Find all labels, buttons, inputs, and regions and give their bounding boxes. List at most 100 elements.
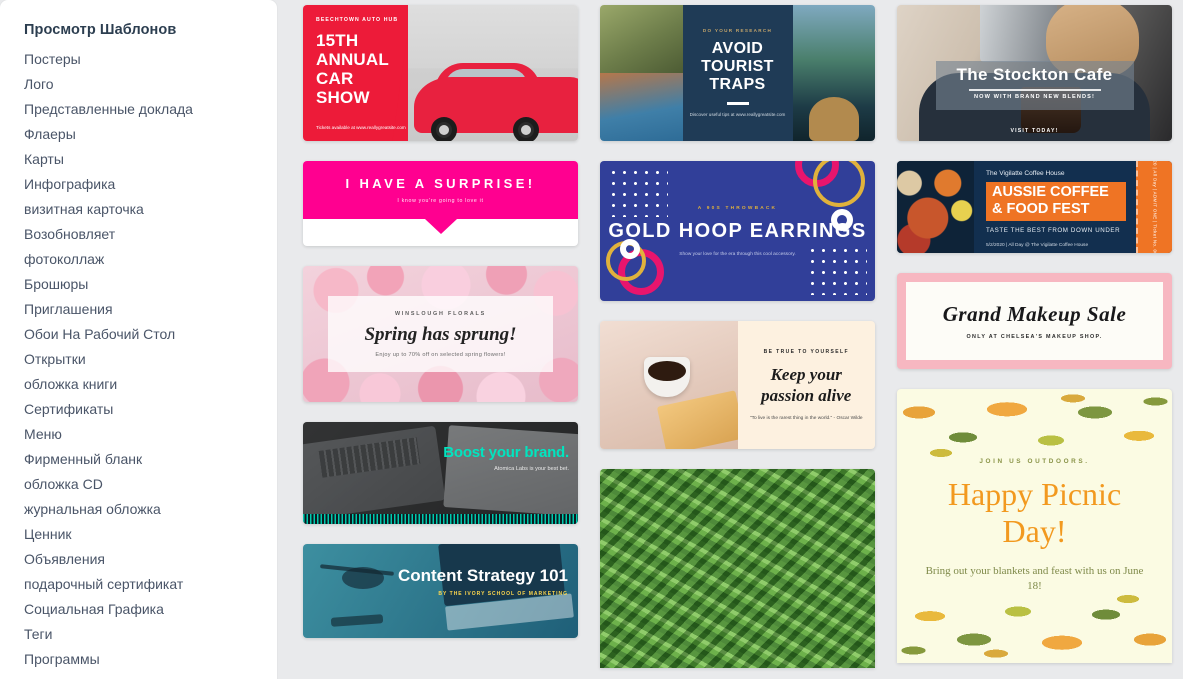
aussie-date: 5/2/2020 | All Day @ The Vigilatte Coffe… xyxy=(986,243,1089,248)
aussie-host: The Vigilatte Coffee House xyxy=(986,170,1065,177)
passion-title: Keep your passion alive xyxy=(761,364,852,405)
sidebar-item-certificates[interactable]: Сертификаты xyxy=(0,397,277,422)
template-column-2: DO YOUR RESEARCH AVOID TOURIST TRAPS Dis… xyxy=(600,5,875,679)
tourist-subtitle: Discover useful tips at www.reallygreats… xyxy=(689,111,786,117)
sidebar-item-photo-collage[interactable]: фотоколлаж xyxy=(0,247,277,272)
sidebar-item-book-cover[interactable]: обложка книги xyxy=(0,372,277,397)
sidebar-item-gift-certificate[interactable]: подарочный сертификат xyxy=(0,572,277,597)
sidebar-item-price-tag[interactable]: Ценник xyxy=(0,522,277,547)
hoop-subtitle: Show your love for the era through this … xyxy=(679,251,796,257)
category-sidebar: Просмотр Шаблонов Постеры Лого Представл… xyxy=(0,0,277,679)
stockton-cta: VISIT TODAY! xyxy=(1010,128,1059,134)
sidebar-item-infographics[interactable]: Инфографика xyxy=(0,172,277,197)
spring-subtitle: Enjoy up to 70% off on selected spring f… xyxy=(375,351,506,358)
tourist-left-photos xyxy=(600,5,683,141)
passion-text-panel: BE TRUE TO YOURSELF Keep your passion al… xyxy=(738,321,876,449)
boost-stripe-border xyxy=(303,514,578,524)
boost-text-panel: Boost your brand. Atomica Labs is your b… xyxy=(443,444,569,472)
aussie-tagline: TASTE THE BEST FROM DOWN UNDER xyxy=(986,227,1121,234)
sidebar-item-tags[interactable]: Теги xyxy=(0,622,277,647)
sidebar-item-wallpaper[interactable]: Обои На Рабочий Стол xyxy=(0,322,277,347)
sidebar-item-logo[interactable]: Лого xyxy=(0,72,277,97)
spring-kicker: WINSLOUGH FLORALS xyxy=(394,310,487,317)
template-card-aussie-fest[interactable]: The Vigilatte Coffee House AUSSIE COFFEE… xyxy=(897,161,1172,253)
coffee-photo xyxy=(600,321,738,449)
picnic-kicker: JOIN US OUTDOORS. xyxy=(979,458,1090,465)
triangle-pointer-icon xyxy=(424,219,457,234)
sidebar-item-brochures[interactable]: Брошюры xyxy=(0,272,277,297)
template-card-car-show[interactable]: BEECHTOWN AUTO HUB 15TH ANNUAL CAR SHOW … xyxy=(303,5,578,141)
template-grid: BEECHTOWN AUTO HUB 15TH ANNUAL CAR SHOW … xyxy=(277,0,1183,679)
template-card-passion[interactable]: BE TRUE TO YOURSELF Keep your passion al… xyxy=(600,321,875,449)
template-card-tourist-traps[interactable]: DO YOUR RESEARCH AVOID TOURIST TRAPS Dis… xyxy=(600,5,875,141)
leaf-border-icon xyxy=(897,389,1172,467)
sidebar-item-presentations[interactable]: Представленные доклада xyxy=(0,97,277,122)
surprise-subtitle: I know you're going to love it xyxy=(397,198,484,204)
tourist-text-panel: DO YOUR RESEARCH AVOID TOURIST TRAPS Dis… xyxy=(682,5,793,141)
sidebar-item-magazine-cover[interactable]: журнальная обложка xyxy=(0,497,277,522)
surprise-band: I HAVE A SURPRISE! I know you're going t… xyxy=(303,161,578,219)
sidebar-item-business-card[interactable]: визитная карточка xyxy=(0,197,277,222)
passion-kicker: BE TRUE TO YOURSELF xyxy=(763,348,849,355)
strategy-subtitle: BY THE IVORY SCHOOL OF MARKETING xyxy=(438,591,568,597)
tourist-title: AVOID TOURIST TRAPS xyxy=(701,39,774,93)
ticket-stub-text: Aussie Coffee & Food Fest | 5/2/2020 | A… xyxy=(1152,161,1159,253)
sidebar-item-resumes[interactable]: Возобновляет xyxy=(0,222,277,247)
template-card-stockton-cafe[interactable]: The Stockton Cafe NOW WITH BRAND NEW BLE… xyxy=(897,5,1172,141)
makeup-title: Grand Makeup Sale xyxy=(942,302,1127,326)
picnic-title: Happy Picnic Day! xyxy=(947,476,1122,549)
sidebar-item-programs[interactable]: Программы xyxy=(0,647,277,672)
boost-title: Boost your brand. xyxy=(443,444,569,461)
sidebar-item-cd-cover[interactable]: обложка CD xyxy=(0,472,277,497)
car-show-title: 15TH ANNUAL CAR SHOW xyxy=(316,31,389,107)
sidebar-item-social-graphics[interactable]: Социальная Графика xyxy=(0,597,277,622)
makeup-inner-panel: Grand Makeup Sale ONLY AT CHELSEA'S MAKE… xyxy=(906,282,1163,360)
sidebar-item-posters[interactable]: Постеры xyxy=(0,47,277,72)
sidebar-title: Просмотр Шаблонов xyxy=(24,22,177,38)
hoop-title: GOLD HOOP EARRINGS xyxy=(608,219,867,242)
template-column-1: BEECHTOWN AUTO HUB 15TH ANNUAL CAR SHOW … xyxy=(303,5,578,679)
template-card-spring[interactable]: WINSLOUGH FLORALS Spring has sprung! Enj… xyxy=(303,266,578,402)
template-card-content-strategy[interactable]: Content Strategy 101 BY THE IVORY SCHOOL… xyxy=(303,544,578,638)
stockton-title: The Stockton Cafe xyxy=(956,64,1113,84)
aussie-text-panel: The Vigilatte Coffee House AUSSIE COFFEE… xyxy=(974,161,1136,253)
car-show-text-panel: BEECHTOWN AUTO HUB 15TH ANNUAL CAR SHOW … xyxy=(303,5,408,141)
template-card-surprise[interactable]: I HAVE A SURPRISE! I know you're going t… xyxy=(303,161,578,246)
car-show-kicker: BEECHTOWN AUTO HUB xyxy=(316,17,399,23)
car-photo xyxy=(407,5,578,141)
hoop-kicker: A 90S THROWBACK xyxy=(697,205,778,211)
template-card-makeup-sale[interactable]: Grand Makeup Sale ONLY AT CHELSEA'S MAKE… xyxy=(897,273,1172,369)
makeup-subtitle: ONLY AT CHELSEA'S MAKEUP SHOP. xyxy=(966,334,1103,340)
template-column-3: The Stockton Cafe NOW WITH BRAND NEW BLE… xyxy=(897,5,1172,679)
leaf-border-icon xyxy=(897,585,1172,663)
surprise-title: I HAVE A SURPRISE! xyxy=(345,176,536,191)
template-card-picnic-day[interactable]: JOIN US OUTDOORS. Happy Picnic Day! Brin… xyxy=(897,389,1172,663)
stockton-subtitle: NOW WITH BRAND NEW BLENDS! xyxy=(974,94,1095,101)
boost-subtitle: Atomica Labs is your best bet. xyxy=(494,466,569,472)
template-browser: Просмотр Шаблонов Постеры Лого Представл… xyxy=(0,0,1183,679)
sidebar-item-flyers[interactable]: Флаеры xyxy=(0,122,277,147)
car-show-footer: Tickets available at www.reallygreatsite… xyxy=(316,125,406,130)
sidebar-item-postcards[interactable]: Открытки xyxy=(0,347,277,372)
sidebar-item-cards[interactable]: Карты xyxy=(0,147,277,172)
template-card-boost-brand[interactable]: Boost your brand. Atomica Labs is your b… xyxy=(303,422,578,524)
dot-pattern-icon xyxy=(807,245,867,295)
strategy-text-panel: Content Strategy 101 BY THE IVORY SCHOOL… xyxy=(398,566,568,597)
divider xyxy=(726,101,749,105)
divider xyxy=(968,89,1101,91)
sidebar-item-announcements[interactable]: Объявления xyxy=(0,547,277,572)
food-photo xyxy=(897,161,974,253)
ticket-stub: Aussie Coffee & Food Fest | 5/2/2020 | A… xyxy=(1136,161,1172,253)
tourist-right-photo xyxy=(792,5,875,141)
sidebar-item-menu[interactable]: Меню xyxy=(0,422,277,447)
spring-title: Spring has sprung! xyxy=(364,323,517,345)
template-card-green-beans[interactable] xyxy=(600,469,875,668)
spring-text-panel: WINSLOUGH FLORALS Spring has sprung! Enj… xyxy=(327,295,554,373)
template-card-gold-hoop[interactable]: A 90S THROWBACK GOLD HOOP EARRINGS Show … xyxy=(600,161,875,301)
sidebar-item-invitations[interactable]: Приглашения xyxy=(0,297,277,322)
sidebar-item-letterhead[interactable]: Фирменный бланк xyxy=(0,447,277,472)
picnic-subtitle: Bring out your blankets and feast with u… xyxy=(925,565,1144,592)
strategy-title: Content Strategy 101 xyxy=(397,566,568,585)
aussie-title: AUSSIE COFFEE & FOOD FEST xyxy=(986,182,1127,221)
passion-quote: "To live is the rarest thing in the worl… xyxy=(749,415,863,421)
